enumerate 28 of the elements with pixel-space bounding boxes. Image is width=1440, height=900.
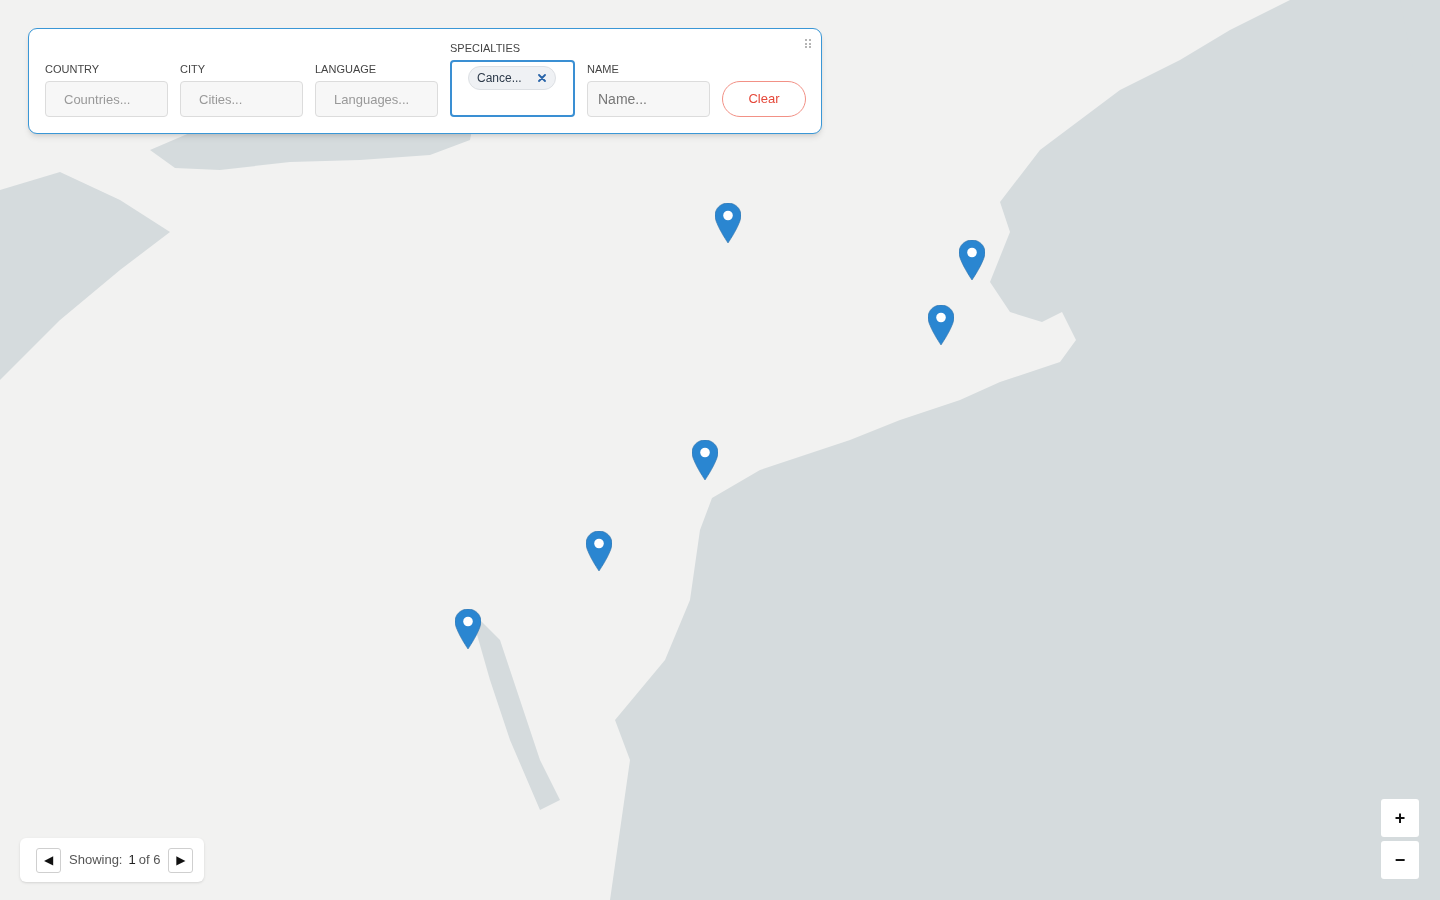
input-field[interactable]: Name... bbox=[587, 81, 710, 117]
map-pin-icon[interactable] bbox=[959, 240, 985, 280]
pager-label: Showing: bbox=[69, 851, 123, 870]
map-pin-icon[interactable] bbox=[928, 305, 954, 345]
page-total: of 6 bbox=[138, 851, 161, 870]
clear-button[interactable]: Clear bbox=[722, 81, 806, 117]
map-pin-icon[interactable] bbox=[715, 203, 741, 243]
filter-tag[interactable]: Cance... bbox=[468, 66, 556, 90]
field-label: NAME bbox=[587, 63, 620, 76]
input-field[interactable]: Cities... bbox=[180, 81, 303, 117]
close-icon[interactable] bbox=[538, 74, 546, 82]
field-label: CITY bbox=[180, 63, 207, 76]
field-label: SPECIALTIES bbox=[450, 42, 522, 55]
next-button[interactable]: ▶ bbox=[168, 847, 194, 873]
previous-button[interactable]: ◀ bbox=[36, 847, 61, 873]
input-field[interactable]: Languages... bbox=[315, 81, 438, 117]
map-pin-icon[interactable] bbox=[692, 440, 718, 480]
current-page: 1 bbox=[128, 851, 136, 870]
map-pin-icon[interactable] bbox=[455, 609, 481, 649]
tag-label: Cance... bbox=[477, 70, 522, 87]
zoom-out-button[interactable]: − bbox=[1381, 841, 1419, 879]
field-label: COUNTRY bbox=[45, 63, 101, 76]
drag-handle-icon[interactable] bbox=[805, 39, 812, 49]
map-pin-icon[interactable] bbox=[586, 531, 612, 571]
tag-field[interactable]: Cance... bbox=[450, 60, 575, 117]
input-field[interactable]: Countries... bbox=[45, 81, 168, 117]
field-label: LANGUAGE bbox=[315, 63, 378, 76]
zoom-in-button[interactable]: + bbox=[1381, 799, 1419, 837]
